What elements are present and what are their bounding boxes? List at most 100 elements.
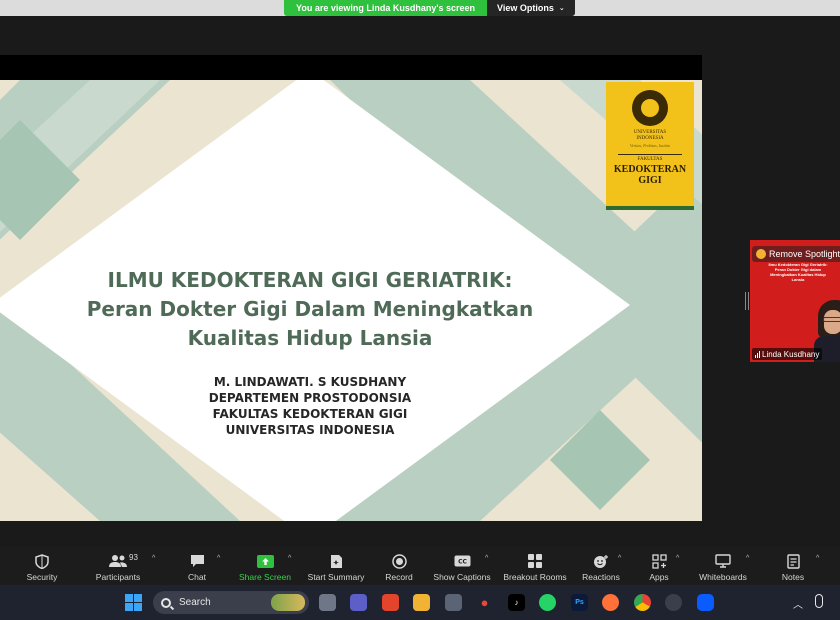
panel-resize-handle[interactable] bbox=[745, 292, 749, 310]
spotlight-video-tile[interactable]: Ilmu Kedokteran Gigi Geriatrik: Peran Do… bbox=[750, 240, 840, 362]
badge-motto: Veritas, Probitas, Iustitia bbox=[629, 143, 671, 148]
participants-chevron-up-icon[interactable]: ^ bbox=[152, 555, 155, 562]
windows-taskbar: Search ● ♪ Ps ︿ bbox=[0, 585, 840, 620]
shield-icon bbox=[35, 553, 49, 569]
start-summary-button[interactable]: Start Summary bbox=[304, 547, 368, 585]
maps-pin-icon[interactable]: ● bbox=[476, 594, 493, 611]
author-university: UNIVERSITAS INDONESIA bbox=[225, 423, 395, 437]
chat-chevron-up-icon[interactable]: ^ bbox=[217, 555, 220, 562]
badge-department-line1: KEDOKTERAN bbox=[613, 164, 687, 175]
signal-bars-icon bbox=[755, 350, 760, 358]
participants-label: Participants bbox=[95, 572, 141, 582]
badge-divider bbox=[618, 154, 682, 155]
breakout-rooms-button[interactable]: Breakout Rooms bbox=[502, 547, 568, 585]
captions-icon: CC bbox=[454, 553, 471, 569]
summary-icon bbox=[330, 553, 343, 569]
office-app-icon[interactable] bbox=[382, 594, 399, 611]
zoom-app-icon[interactable] bbox=[697, 594, 714, 611]
browser-profile-icon[interactable] bbox=[665, 594, 682, 611]
photoshop-icon[interactable]: Ps bbox=[571, 594, 588, 611]
whiteboard-icon bbox=[715, 553, 731, 569]
apps-label: Apps bbox=[649, 572, 669, 582]
remove-spotlight-button[interactable]: Remove Spotlight bbox=[752, 246, 840, 262]
microphone-icon[interactable] bbox=[815, 594, 823, 608]
participant-name-tag: Linda Kusdhany bbox=[752, 348, 823, 360]
firefox-icon[interactable] bbox=[602, 594, 619, 611]
slide-title-line-1: ILMU KEDOKTERAN GIGI GERIATRIK: bbox=[107, 268, 513, 292]
badge-department: KEDOKTERAN GIGI bbox=[614, 164, 686, 186]
university-seal-icon bbox=[632, 90, 668, 126]
taskbar-search-box[interactable]: Search bbox=[153, 591, 309, 614]
camera-app-icon[interactable] bbox=[445, 594, 462, 611]
whiteboards-chevron-up-icon[interactable]: ^ bbox=[746, 555, 749, 562]
whiteboards-button[interactable]: Whiteboards bbox=[695, 547, 751, 585]
slide-author-block: M. LINDAWATI. S KUSDHANY DEPARTEMEN PROS… bbox=[0, 374, 620, 438]
notes-chevron-up-icon[interactable]: ^ bbox=[816, 555, 819, 562]
notes-button[interactable]: Notes bbox=[776, 547, 810, 585]
apps-button[interactable]: Apps bbox=[644, 547, 674, 585]
show-captions-label: Show Captions bbox=[433, 572, 491, 582]
glasses-icon bbox=[823, 317, 840, 322]
university-badge-logo: UNIVERSITAS INDONESIA Veritas, Probitas,… bbox=[606, 82, 694, 210]
search-icon bbox=[161, 597, 171, 608]
shared-screen-area: UNIVERSITAS INDONESIA Veritas, Probitas,… bbox=[0, 55, 702, 521]
meeting-toolbar: Security 93 Participants ^ Chat ^ Share … bbox=[0, 547, 840, 585]
record-button[interactable]: Record bbox=[383, 547, 415, 585]
video-background-slide-text: Ilmu Kedokteran Gigi Geriatrik: Peran Do… bbox=[768, 262, 828, 282]
notes-label: Notes bbox=[781, 572, 805, 582]
author-department: DEPARTEMEN PROSTODONSIA bbox=[208, 391, 412, 405]
presentation-slide: UNIVERSITAS INDONESIA Veritas, Probitas,… bbox=[0, 80, 702, 521]
show-captions-button[interactable]: CC Show Captions bbox=[432, 547, 492, 585]
file-explorer-icon[interactable] bbox=[413, 594, 430, 611]
share-screen-icon bbox=[256, 553, 274, 569]
start-summary-label: Start Summary bbox=[307, 572, 365, 582]
tiktok-icon[interactable]: ♪ bbox=[508, 594, 525, 611]
share-screen-button[interactable]: Share Screen bbox=[236, 547, 294, 585]
viewing-status-text: You are viewing Linda Kusdhany's screen bbox=[284, 0, 488, 16]
captions-chevron-up-icon[interactable]: ^ bbox=[485, 555, 488, 562]
breakout-icon bbox=[528, 553, 542, 569]
slide-title-line-3: Kualitas Hidup Lansia bbox=[187, 326, 433, 350]
chevron-down-icon: ⌄ bbox=[558, 5, 565, 12]
chat-icon bbox=[190, 553, 205, 569]
remove-spotlight-label: Remove Spotlight bbox=[769, 249, 840, 259]
participants-button[interactable]: 93 Participants bbox=[92, 547, 144, 585]
meet-chat-icon[interactable] bbox=[350, 594, 367, 611]
viewing-banner: You are viewing Linda Kusdhany's screen … bbox=[284, 0, 575, 16]
reactions-icon bbox=[593, 553, 609, 569]
notes-icon bbox=[786, 553, 800, 569]
taskbar-search-label: Search bbox=[179, 597, 211, 608]
apps-chevron-up-icon[interactable]: ^ bbox=[676, 555, 679, 562]
whatsapp-icon[interactable] bbox=[539, 594, 556, 611]
participants-icon bbox=[108, 553, 128, 569]
security-button[interactable]: Security bbox=[22, 547, 62, 585]
task-view-icon[interactable] bbox=[319, 594, 336, 611]
security-label: Security bbox=[26, 572, 58, 582]
reactions-chevron-up-icon[interactable]: ^ bbox=[618, 555, 621, 562]
view-options-button[interactable]: View Options ⌄ bbox=[487, 0, 575, 16]
slide-title: ILMU KEDOKTERAN GIGI GERIATRIK: Peran Do… bbox=[0, 266, 620, 353]
share-screen-label: Share Screen bbox=[239, 572, 291, 582]
apps-icon bbox=[651, 553, 667, 569]
windows-start-icon[interactable] bbox=[125, 594, 142, 611]
chrome-icon[interactable] bbox=[634, 594, 651, 611]
participants-count: 93 bbox=[129, 553, 138, 562]
tray-chevron-up-icon[interactable]: ︿ bbox=[793, 596, 803, 611]
badge-faculty-label: FAKULTAS bbox=[637, 157, 663, 162]
reactions-label: Reactions bbox=[582, 572, 620, 582]
record-icon bbox=[391, 553, 407, 569]
zoom-window: You are viewing Linda Kusdhany's screen … bbox=[0, 0, 840, 620]
badge-department-line2: GIGI bbox=[638, 175, 662, 186]
author-faculty: FAKULTAS KEDOKTERAN GIGI bbox=[212, 407, 408, 421]
spotlight-icon bbox=[756, 249, 766, 259]
badge-university-name: UNIVERSITAS INDONESIA bbox=[633, 130, 667, 141]
whiteboards-label: Whiteboards bbox=[699, 572, 747, 582]
record-label: Record bbox=[385, 572, 413, 582]
view-options-label: View Options bbox=[497, 3, 554, 13]
chat-label: Chat bbox=[188, 572, 206, 582]
search-highlight-image bbox=[271, 594, 305, 611]
svg-text:CC: CC bbox=[458, 559, 467, 566]
chat-button[interactable]: Chat bbox=[182, 547, 212, 585]
share-chevron-up-icon[interactable]: ^ bbox=[288, 555, 291, 562]
reactions-button[interactable]: Reactions bbox=[580, 547, 622, 585]
